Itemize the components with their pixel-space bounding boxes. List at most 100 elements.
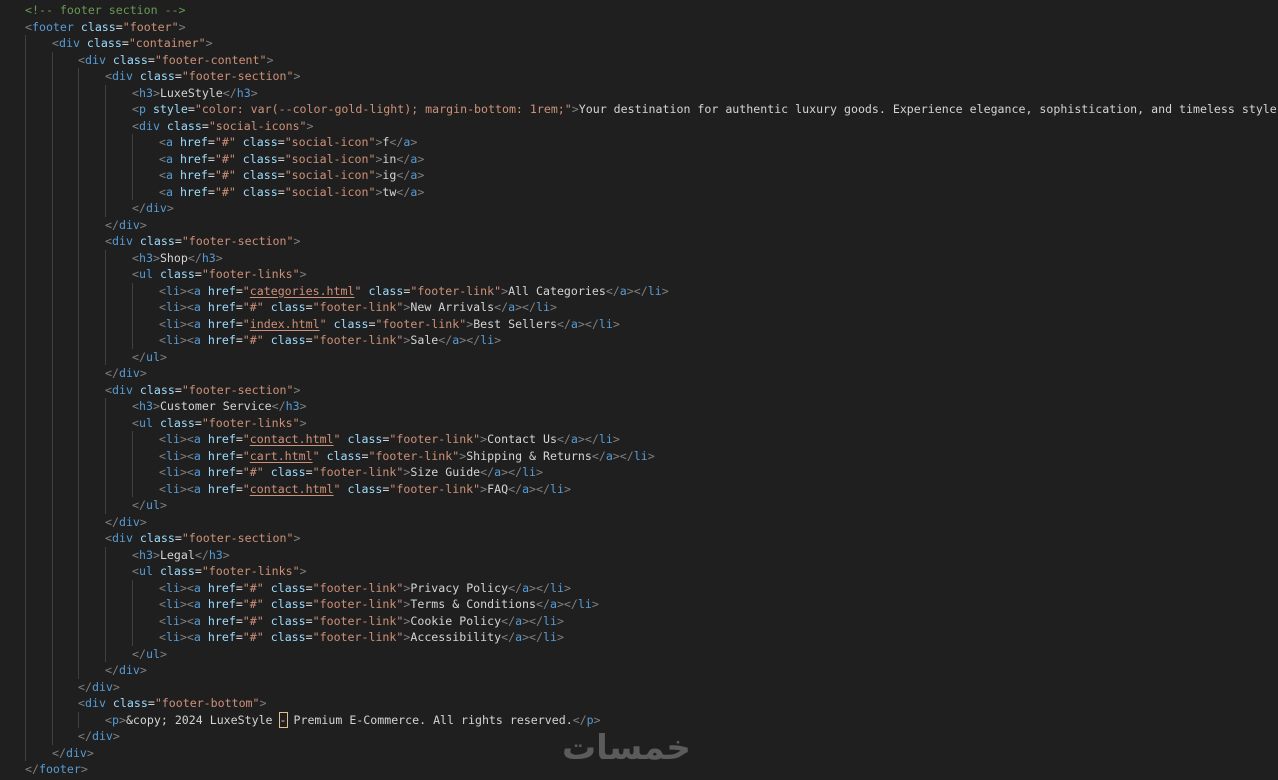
code-line[interactable]: <div class="footer-bottom"> bbox=[0, 695, 1278, 712]
code-token: = bbox=[235, 597, 243, 611]
code-line[interactable]: <div class="footer-content"> bbox=[0, 51, 1278, 69]
indent-guide bbox=[52, 315, 53, 332]
code-line[interactable]: <li><a href="contact.html" class="footer… bbox=[0, 431, 1278, 448]
code-token: > bbox=[166, 201, 174, 215]
code-token: a bbox=[193, 316, 201, 331]
code-line[interactable]: <a href="#" class="social-icon">f</a> bbox=[0, 134, 1278, 151]
code-text: <p>&copy; 2024 LuxeStyle - Premium E-Com… bbox=[105, 711, 601, 729]
code-token: Premium E-Commerce. All rights reserved. bbox=[286, 712, 573, 727]
code-line[interactable]: <a href="#" class="social-icon">tw</a> bbox=[0, 183, 1278, 200]
indent-guide bbox=[52, 249, 53, 266]
code-token: Best Sellers bbox=[473, 316, 557, 331]
code-token: div bbox=[118, 514, 140, 529]
code-token: < bbox=[132, 564, 139, 578]
code-line[interactable]: <a href="#" class="social-icon">ig</a> bbox=[0, 167, 1278, 184]
code-token: ></ bbox=[577, 316, 599, 331]
code-line[interactable]: <li><a href="#" class="footer-link">Sale… bbox=[0, 332, 1278, 349]
code-line[interactable]: <div class="container"> bbox=[0, 35, 1278, 52]
code-token: Terms & Conditions bbox=[410, 597, 536, 611]
code-token: a bbox=[570, 316, 578, 331]
indent-guide bbox=[78, 117, 79, 134]
code-line[interactable]: <div class="footer-section"> bbox=[0, 381, 1278, 398]
code-token: >< bbox=[179, 465, 194, 479]
code-line[interactable]: <!-- footer section --> bbox=[0, 2, 1278, 19]
code-line[interactable]: <li><a href="index.html" class="footer-l… bbox=[0, 315, 1278, 332]
code-line[interactable]: <li><a href="cart.html" class="footer-li… bbox=[0, 447, 1278, 464]
code-token: = bbox=[235, 613, 243, 628]
code-line[interactable]: </div> bbox=[0, 200, 1278, 217]
code-line[interactable]: <ul class="footer-links"> bbox=[0, 563, 1278, 580]
code-line[interactable]: <h3>LuxeStyle</h3> bbox=[0, 84, 1278, 101]
code-line[interactable]: <div class="footer-section"> bbox=[0, 530, 1278, 547]
code-line[interactable]: <ul class="footer-links"> bbox=[0, 414, 1278, 431]
indent-guide bbox=[105, 84, 106, 101]
code-line[interactable]: <p style="color: var(--color-gold-light)… bbox=[0, 101, 1278, 118]
code-line[interactable]: </div> bbox=[0, 678, 1278, 695]
code-token: </ bbox=[396, 151, 411, 166]
code-text: <div class="footer-content"> bbox=[78, 52, 273, 69]
code-token: "footer-link" bbox=[312, 580, 404, 595]
code-line[interactable]: <div class="footer-section"> bbox=[0, 68, 1278, 85]
indent-guide bbox=[52, 629, 53, 646]
code-token: < bbox=[159, 580, 166, 595]
code-token: ></ bbox=[626, 283, 648, 298]
code-token: class bbox=[242, 151, 278, 166]
code-line[interactable]: </div> bbox=[0, 365, 1278, 382]
indent-guide bbox=[25, 167, 26, 184]
indent-guide bbox=[52, 645, 53, 662]
code-line[interactable]: </div> bbox=[0, 216, 1278, 233]
code-line[interactable]: <li><a href="#" class="footer-link">Term… bbox=[0, 596, 1278, 613]
code-line[interactable]: </ul> bbox=[0, 497, 1278, 514]
code-text: </ul> bbox=[132, 349, 167, 366]
indent-guide bbox=[78, 200, 79, 217]
indent-guide bbox=[78, 530, 79, 547]
indent-guide bbox=[105, 282, 106, 299]
indent-guide bbox=[52, 546, 53, 563]
indent-guide bbox=[52, 695, 53, 712]
indent-guide bbox=[132, 134, 133, 151]
code-editor[interactable]: <!-- footer section --> <footer class="fo… bbox=[0, 2, 1278, 780]
code-token: > bbox=[417, 168, 425, 182]
code-line[interactable]: <p>&copy; 2024 LuxeStyle - Premium E-Com… bbox=[0, 711, 1278, 729]
code-token: "footer-link" bbox=[312, 465, 404, 479]
indent-guide bbox=[132, 150, 133, 167]
code-token: class bbox=[139, 234, 175, 248]
code-line[interactable]: </div> bbox=[0, 662, 1278, 679]
code-line[interactable]: <li><a href="#" class="footer-link">Priv… bbox=[0, 579, 1278, 596]
code-line[interactable]: </div> bbox=[0, 513, 1278, 530]
code-line[interactable]: </ul> bbox=[0, 645, 1278, 662]
indent-guide bbox=[52, 332, 53, 349]
code-line[interactable]: <ul class="footer-links"> bbox=[0, 266, 1278, 283]
code-line[interactable]: <h3>Legal</h3> bbox=[0, 546, 1278, 563]
code-token: = bbox=[174, 234, 182, 248]
code-line[interactable]: <li><a href="categories.html" class="foo… bbox=[0, 282, 1278, 299]
code-line[interactable]: <li><a href="contact.html" class="footer… bbox=[0, 480, 1278, 498]
code-line[interactable]: </ul> bbox=[0, 348, 1278, 366]
code-token: </ bbox=[572, 712, 587, 727]
indent-guide bbox=[52, 596, 53, 613]
code-line[interactable]: <div class="social-icons"> bbox=[0, 117, 1278, 134]
code-line[interactable]: <li><a href="#" class="footer-link">Size… bbox=[0, 464, 1278, 481]
code-text: <li><a href="contact.html" class="footer… bbox=[159, 481, 571, 498]
code-line[interactable]: <li><a href="#" class="footer-link">Acce… bbox=[0, 629, 1278, 646]
code-text: <h3>Customer Service</h3> bbox=[132, 398, 307, 415]
code-token: "#" bbox=[242, 465, 264, 479]
code-token: < bbox=[159, 151, 166, 166]
code-token: = bbox=[305, 580, 313, 595]
code-token: </ bbox=[132, 498, 146, 512]
code-line[interactable]: <div class="footer-section"> bbox=[0, 233, 1278, 250]
code-text: </div> bbox=[52, 745, 94, 762]
code-line[interactable]: <li><a href="#" class="footer-link">Cook… bbox=[0, 612, 1278, 629]
code-token: > bbox=[139, 366, 147, 380]
code-line[interactable]: <li><a href="#" class="footer-link">New … bbox=[0, 299, 1278, 316]
code-line[interactable]: <footer class="footer"> bbox=[0, 19, 1278, 36]
indent-guide bbox=[25, 216, 26, 233]
code-token: "footer-link" bbox=[368, 448, 460, 463]
code-line[interactable]: <a href="#" class="social-icon">in</a> bbox=[0, 150, 1278, 167]
code-line[interactable]: <h3>Shop</h3> bbox=[0, 249, 1278, 266]
code-line[interactable]: <h3>Customer Service</h3> bbox=[0, 398, 1278, 415]
code-token: > bbox=[293, 382, 301, 397]
